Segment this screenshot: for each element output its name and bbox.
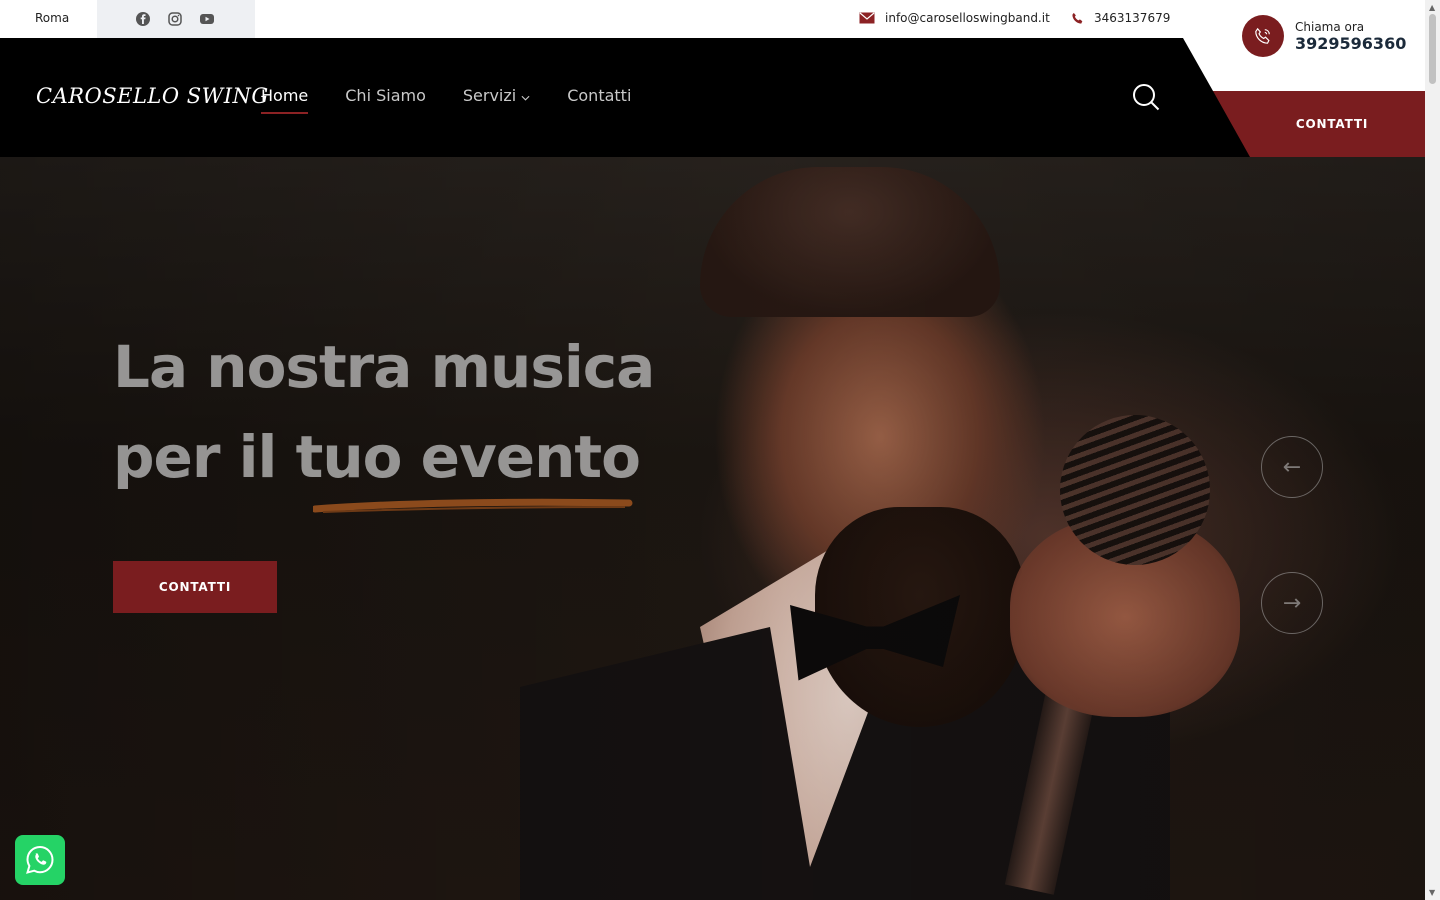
slider-next-button[interactable]: →	[1261, 572, 1323, 634]
phone-contact[interactable]: 3463137679	[1071, 11, 1170, 25]
nav-item-servizi[interactable]: Servizi	[463, 86, 530, 105]
hero-overlay	[0, 157, 1425, 900]
nav-item-contatti[interactable]: Contatti	[567, 86, 631, 105]
phone-text: 3463137679	[1094, 11, 1171, 25]
scroll-up-icon[interactable]: ▲	[1429, 3, 1435, 12]
call-label: Chiama ora	[1295, 19, 1365, 34]
nav-item-chi-siamo[interactable]: Chi Siamo	[345, 86, 426, 105]
phone-icon	[1071, 12, 1084, 25]
social-links	[97, 0, 255, 38]
page: Roma info@caroselloswingband.it 34631376…	[0, 0, 1440, 900]
brush-underline	[313, 498, 633, 513]
main-menu: Home Chi Siamo Servizi Contatti	[261, 86, 631, 114]
hero-title: La nostra musica per il tuo evento	[113, 322, 655, 502]
hero-contatti-button[interactable]: CONTATTI	[113, 561, 277, 613]
arrow-right-icon: →	[1282, 590, 1302, 616]
arrow-left-icon: ←	[1282, 454, 1302, 480]
nav-item-home[interactable]: Home	[261, 86, 309, 114]
scroll-thumb[interactable]	[1429, 14, 1436, 84]
hero-slider: La nostra musica per il tuo evento CONTA…	[0, 157, 1425, 900]
vertical-scrollbar[interactable]: ▲ ▼	[1425, 0, 1440, 900]
call-text: Chiama ora 3929596360	[1295, 20, 1406, 53]
hero-title-line1: La nostra musica	[113, 333, 655, 401]
call-number: 3929596360	[1295, 33, 1407, 53]
facebook-icon[interactable]	[135, 11, 151, 27]
email-contact[interactable]: info@caroselloswingband.it	[859, 11, 1050, 25]
slider-prev-button[interactable]: ←	[1261, 436, 1323, 498]
youtube-icon[interactable]	[199, 11, 215, 27]
site-logo[interactable]: CAROSELLO SWING	[36, 84, 269, 108]
instagram-icon[interactable]	[167, 11, 183, 27]
header-contatti-button[interactable]: CONTATTI	[1213, 91, 1425, 157]
scroll-down-icon[interactable]: ▼	[1429, 888, 1435, 897]
call-now[interactable]: Chiama ora 3929596360	[1242, 15, 1406, 57]
location-label: Roma	[35, 11, 70, 25]
hero-title-line2: per il tuo evento	[113, 423, 641, 491]
search-icon[interactable]	[1132, 83, 1160, 111]
email-text: info@caroselloswingband.it	[885, 11, 1050, 25]
chevron-down-icon	[521, 86, 530, 105]
mail-icon	[859, 12, 875, 24]
whatsapp-icon	[26, 845, 54, 874]
phone-call-icon	[1242, 15, 1284, 57]
whatsapp-button[interactable]	[15, 835, 65, 885]
